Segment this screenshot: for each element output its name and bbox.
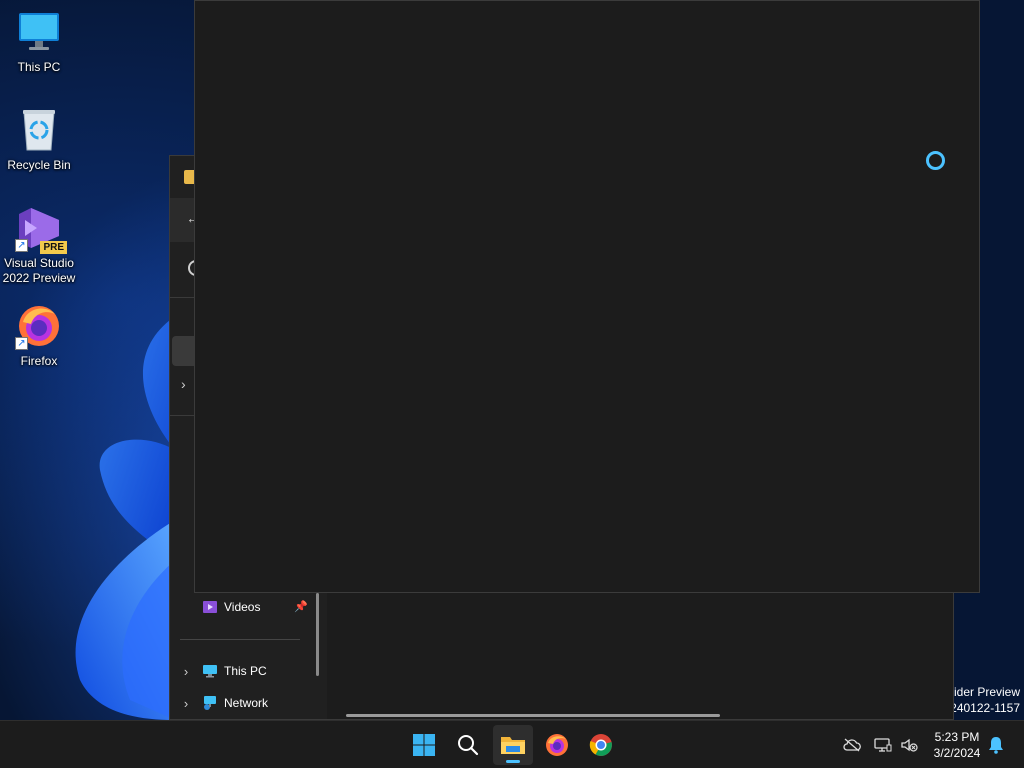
preview-badge: PRE	[40, 241, 67, 254]
shortcut-arrow-icon: ↗	[15, 337, 28, 350]
watermark-line-2: 240122-1157	[954, 701, 1020, 715]
desktop-icon-recycle-bin[interactable]: Recycle Bin	[0, 106, 78, 173]
firefox-icon	[546, 734, 568, 756]
clock-time: 5:23 PM	[934, 730, 980, 744]
taskbar-file-explorer[interactable]	[493, 725, 533, 765]
start-icon	[413, 734, 435, 756]
chevron-right-icon[interactable]: ›	[170, 664, 202, 679]
taskbar-chrome[interactable]	[581, 725, 621, 765]
desktop-icon-firefox[interactable]: ↗ Firefox	[0, 302, 78, 369]
os-build-watermark: Insider Preview 240122-1157	[954, 685, 1024, 717]
shortcut-arrow-icon: ↗	[15, 239, 28, 252]
active-indicator	[506, 760, 520, 763]
volume-muted-icon[interactable]	[899, 735, 919, 755]
desktop-icon-label: Firefox	[20, 354, 58, 368]
chrome-icon	[589, 734, 612, 756]
desktop-icon-label: This PC	[17, 60, 61, 74]
search-button[interactable]	[448, 725, 488, 765]
desktop-icon-this-pc[interactable]: This PC	[0, 8, 78, 75]
monitor-icon	[202, 663, 218, 679]
nav-item-label: This PC	[224, 664, 267, 678]
start-button[interactable]	[404, 725, 444, 765]
nav-divider	[180, 639, 300, 640]
chevron-right-icon[interactable]: ›	[181, 376, 186, 392]
search-icon	[458, 735, 479, 756]
spinner-icon	[926, 151, 945, 170]
app-window[interactable]	[194, 0, 980, 593]
taskbar: 5:23 PM 3/2/2024	[0, 720, 1024, 768]
nav-item-videos[interactable]: Videos 📌	[170, 593, 308, 621]
chevron-right-icon[interactable]: ›	[170, 696, 202, 711]
desktop-icon-label: Recycle Bin	[7, 158, 71, 172]
notifications-bell-icon[interactable]	[986, 735, 1006, 755]
horizontal-scrollbar[interactable]	[346, 714, 720, 717]
visual-studio-icon: PRE ↗	[15, 204, 67, 254]
network-icon	[202, 695, 218, 711]
recycle-bin-icon	[15, 106, 63, 154]
cloud-off-icon[interactable]	[842, 735, 862, 755]
taskbar-clock[interactable]: 5:23 PM 3/2/2024	[922, 729, 992, 761]
clock-date: 3/2/2024	[933, 746, 981, 760]
file-explorer-icon	[501, 737, 525, 754]
network-icon[interactable]	[873, 735, 893, 755]
firefox-icon: ↗	[15, 302, 63, 350]
nav-item-this-pc[interactable]: › This PC	[170, 657, 267, 685]
explorer-content-pane[interactable]	[327, 593, 953, 719]
nav-item-label: Network	[224, 696, 269, 710]
pin-icon[interactable]: 📌	[294, 600, 308, 613]
videos-folder-icon	[202, 599, 218, 615]
desktop-icon-label: Visual Studio 2022 Preview	[2, 256, 76, 285]
monitor-icon	[15, 8, 63, 56]
nav-pane-scrollbar[interactable]	[316, 593, 319, 676]
nav-item-network[interactable]: › Network	[170, 689, 268, 717]
watermark-line-1: Insider Preview	[954, 685, 1020, 699]
taskbar-firefox[interactable]	[537, 725, 577, 765]
nav-item-label: Videos	[224, 600, 261, 614]
desktop-icon-visual-studio[interactable]: PRE ↗ Visual Studio 2022 Preview	[0, 204, 78, 286]
